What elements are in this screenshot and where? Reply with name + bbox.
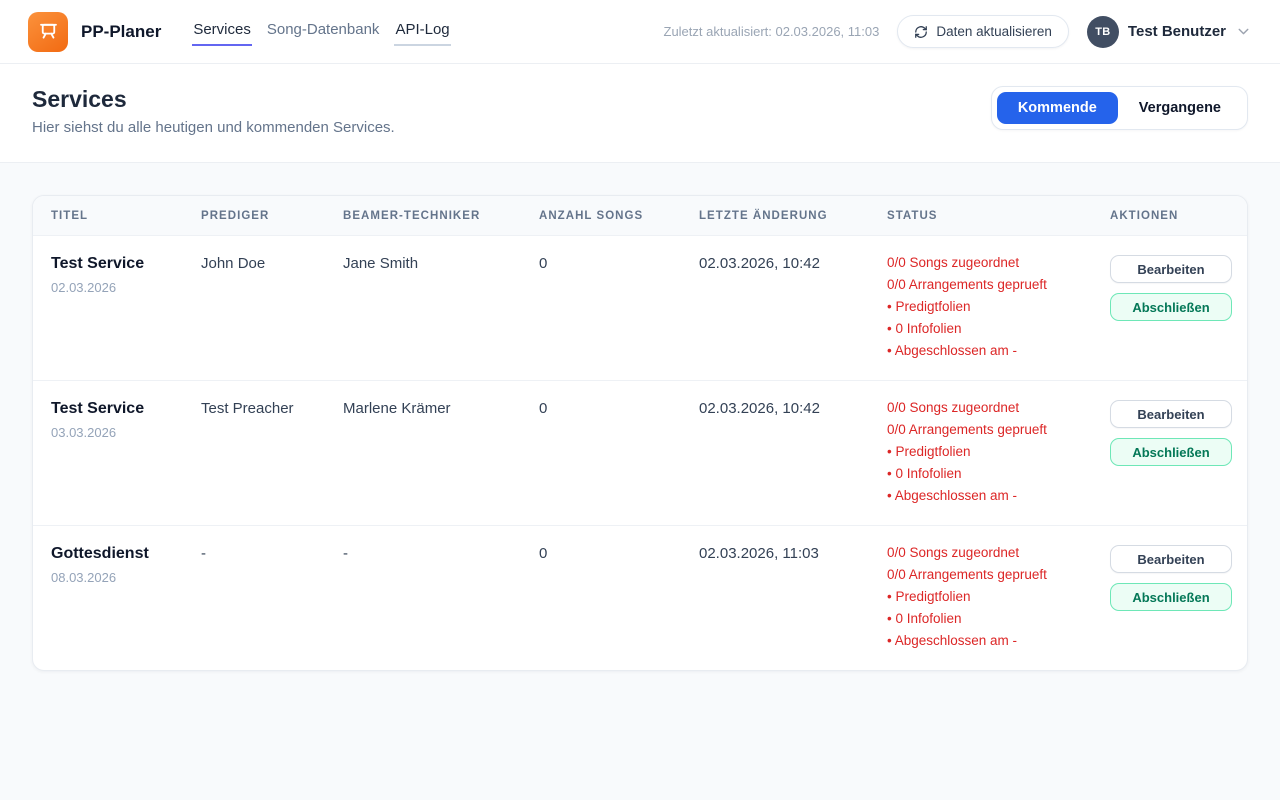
- service-date: 02.03.2026: [51, 280, 191, 295]
- page-head: Services Hier siehst du alle heutigen un…: [0, 64, 1280, 163]
- filter-vergangene-button[interactable]: Vergangene: [1118, 92, 1242, 124]
- main-content: TITEL PREDIGER BEAMER-TECHNIKER ANZAHL S…: [0, 163, 1280, 703]
- preacher-cell: -: [201, 526, 343, 670]
- refresh-button-label: Daten aktualisieren: [936, 24, 1052, 39]
- table-row: Gottesdienst 08.03.2026 - - 0 02.03.2026…: [33, 526, 1247, 670]
- topbar-right: Zuletzt aktualisiert: 02.03.2026, 11:03 …: [664, 15, 1253, 48]
- edit-button[interactable]: Bearbeiten: [1110, 255, 1232, 283]
- status-cell: 0/0 Songs zugeordnet 0/0 Arrangements ge…: [887, 381, 1110, 525]
- status-line: • Abgeschlossen am -: [887, 485, 1100, 507]
- col-header-anzahl-songs: ANZAHL SONGS: [539, 196, 699, 235]
- status-line: • Predigtfolien: [887, 586, 1100, 608]
- refresh-icon: [914, 25, 928, 39]
- complete-button[interactable]: Abschließen: [1110, 438, 1232, 466]
- edit-button[interactable]: Bearbeiten: [1110, 545, 1232, 573]
- col-header-status: STATUS: [887, 196, 1110, 235]
- actions-cell: Bearbeiten Abschließen: [1110, 381, 1232, 525]
- song-count-cell: 0: [539, 526, 699, 670]
- user-menu[interactable]: TB Test Benutzer: [1087, 16, 1252, 48]
- status-line: • Predigtfolien: [887, 296, 1100, 318]
- status-line: • Abgeschlossen am -: [887, 340, 1100, 362]
- page-title: Services: [32, 86, 395, 113]
- preacher-cell: John Doe: [201, 236, 343, 380]
- last-change-cell: 02.03.2026, 11:03: [699, 526, 887, 670]
- topbar: PP-Planer Services Song-Datenbank API-Lo…: [0, 0, 1280, 64]
- page-subtitle: Hier siehst du alle heutigen und kommend…: [32, 119, 395, 136]
- chevron-down-icon: [1235, 23, 1252, 40]
- table-header-row: TITEL PREDIGER BEAMER-TECHNIKER ANZAHL S…: [33, 196, 1247, 236]
- status-line: • 0 Infofolien: [887, 463, 1100, 485]
- complete-button[interactable]: Abschließen: [1110, 293, 1232, 321]
- presentation-screen-icon: [37, 20, 60, 43]
- status-cell: 0/0 Songs zugeordnet 0/0 Arrangements ge…: [887, 526, 1110, 670]
- service-filter-toggle: Kommende Vergangene: [991, 86, 1248, 130]
- song-count-cell: 0: [539, 381, 699, 525]
- beamer-tech-cell: -: [343, 526, 539, 670]
- service-title-cell: Gottesdienst 08.03.2026: [51, 526, 201, 670]
- page-head-text: Services Hier siehst du alle heutigen un…: [32, 86, 395, 136]
- service-title: Test Service: [51, 400, 191, 418]
- service-title: Gottesdienst: [51, 545, 191, 563]
- main-nav: Services Song-Datenbank API-Log: [192, 17, 450, 46]
- actions-cell: Bearbeiten Abschließen: [1110, 236, 1232, 380]
- service-title-cell: Test Service 02.03.2026: [51, 236, 201, 380]
- table-row: Test Service 03.03.2026 Test Preacher Ma…: [33, 381, 1247, 526]
- status-line: 0/0 Songs zugeordnet: [887, 542, 1100, 564]
- services-table-card: TITEL PREDIGER BEAMER-TECHNIKER ANZAHL S…: [32, 195, 1248, 671]
- table-row: Test Service 02.03.2026 John Doe Jane Sm…: [33, 236, 1247, 381]
- last-change-cell: 02.03.2026, 10:42: [699, 236, 887, 380]
- complete-button[interactable]: Abschließen: [1110, 583, 1232, 611]
- status-line: • 0 Infofolien: [887, 318, 1100, 340]
- col-header-prediger: PREDIGER: [201, 196, 343, 235]
- status-line: • Predigtfolien: [887, 441, 1100, 463]
- status-line: 0/0 Arrangements geprueft: [887, 419, 1100, 441]
- edit-button[interactable]: Bearbeiten: [1110, 400, 1232, 428]
- refresh-data-button[interactable]: Daten aktualisieren: [897, 15, 1069, 48]
- status-line: 0/0 Arrangements geprueft: [887, 564, 1100, 586]
- status-line: 0/0 Songs zugeordnet: [887, 397, 1100, 419]
- last-updated-text: Zuletzt aktualisiert: 02.03.2026, 11:03: [664, 24, 880, 39]
- col-header-letzte-aenderung: LETZTE ÄNDERUNG: [699, 196, 887, 235]
- service-date: 08.03.2026: [51, 570, 191, 585]
- song-count-cell: 0: [539, 236, 699, 380]
- filter-kommende-button[interactable]: Kommende: [997, 92, 1118, 124]
- col-header-aktionen: AKTIONEN: [1110, 196, 1229, 235]
- actions-cell: Bearbeiten Abschließen: [1110, 526, 1232, 670]
- service-date: 03.03.2026: [51, 425, 191, 440]
- status-line: • 0 Infofolien: [887, 608, 1100, 630]
- nav-item-services[interactable]: Services: [192, 17, 252, 46]
- brand-name: PP-Planer: [81, 22, 161, 42]
- status-line: 0/0 Songs zugeordnet: [887, 252, 1100, 274]
- status-line: 0/0 Arrangements geprueft: [887, 274, 1100, 296]
- app-logo: [28, 12, 68, 52]
- last-change-cell: 02.03.2026, 10:42: [699, 381, 887, 525]
- preacher-cell: Test Preacher: [201, 381, 343, 525]
- status-cell: 0/0 Songs zugeordnet 0/0 Arrangements ge…: [887, 236, 1110, 380]
- col-header-beamer-techniker: BEAMER-TECHNIKER: [343, 196, 539, 235]
- nav-item-api-log[interactable]: API-Log: [394, 17, 450, 46]
- user-name: Test Benutzer: [1128, 23, 1226, 40]
- service-title-cell: Test Service 03.03.2026: [51, 381, 201, 525]
- nav-item-song-datenbank[interactable]: Song-Datenbank: [266, 17, 381, 46]
- status-line: • Abgeschlossen am -: [887, 630, 1100, 652]
- beamer-tech-cell: Marlene Krämer: [343, 381, 539, 525]
- beamer-tech-cell: Jane Smith: [343, 236, 539, 380]
- col-header-titel: TITEL: [51, 196, 201, 235]
- avatar: TB: [1087, 16, 1119, 48]
- service-title: Test Service: [51, 255, 191, 273]
